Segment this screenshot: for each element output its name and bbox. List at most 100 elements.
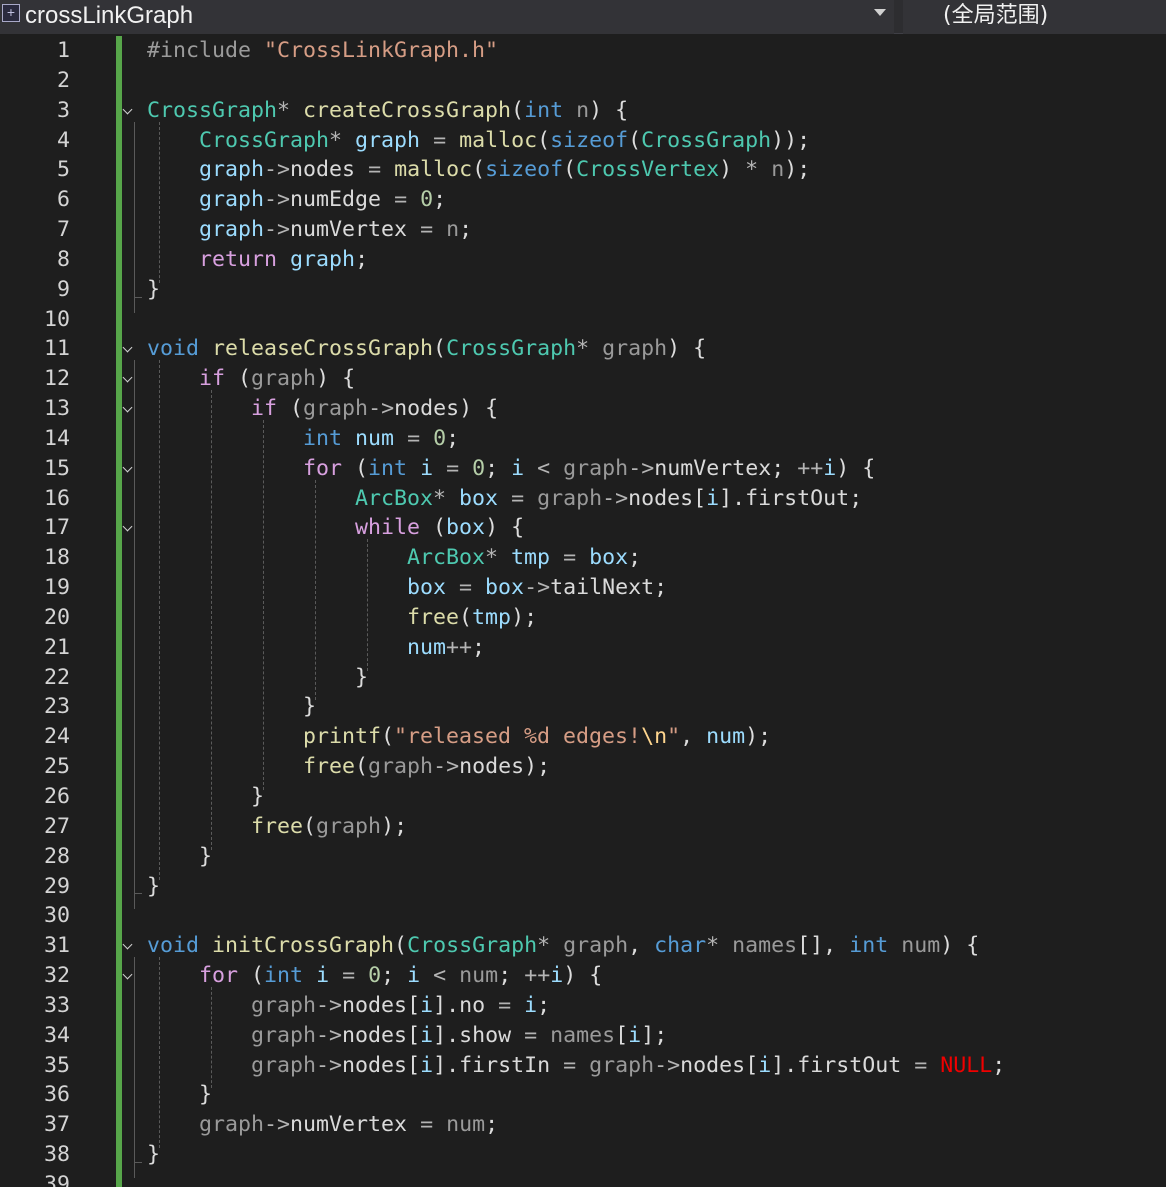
code-token: } bbox=[147, 873, 161, 899]
code-token: box bbox=[485, 575, 525, 601]
code-line[interactable]: 6 graph->numEdge = 0; bbox=[0, 185, 1166, 215]
code-line[interactable]: 9} bbox=[0, 275, 1166, 305]
line-code: int num = 0; bbox=[147, 424, 459, 454]
code-token: tailNext bbox=[550, 575, 655, 601]
code-token: = bbox=[381, 187, 421, 213]
fold-chevron-icon[interactable] bbox=[122, 342, 133, 353]
code-token: = bbox=[511, 1022, 551, 1048]
line-number: 29 bbox=[43, 873, 70, 899]
code-line[interactable]: 8 return graph; bbox=[0, 245, 1166, 275]
code-line[interactable]: 38} bbox=[0, 1140, 1166, 1170]
code-line[interactable]: 23 } bbox=[0, 692, 1166, 722]
code-line[interactable]: 20 free(tmp); bbox=[0, 603, 1166, 633]
code-line[interactable]: 4 CrossGraph* graph = malloc(sizeof(Cros… bbox=[0, 126, 1166, 156]
code-line[interactable]: 13 if (graph->nodes) { bbox=[0, 394, 1166, 424]
code-line[interactable]: 7 graph->numVertex = n; bbox=[0, 215, 1166, 245]
line-code: void initCrossGraph(CrossGraph* graph, c… bbox=[147, 931, 979, 961]
code-token: [], bbox=[797, 933, 850, 959]
code-line[interactable]: 28 } bbox=[0, 842, 1166, 872]
code-editor[interactable]: 1 #include "CrossLinkGraph.h" 2 3 CrossGraph… bbox=[0, 36, 1166, 1187]
code-token: graph bbox=[537, 485, 603, 511]
code-token: -> bbox=[264, 187, 291, 213]
line-number: 24 bbox=[43, 724, 70, 750]
code-line[interactable]: 5 graph->nodes = malloc(sizeof(CrossVert… bbox=[0, 155, 1166, 185]
code-line[interactable]: 14 int num = 0; bbox=[0, 424, 1166, 454]
code-token: int bbox=[303, 425, 343, 451]
fold-chevron-icon[interactable] bbox=[122, 521, 133, 532]
code-line[interactable]: 37 graph->numVertex = num; bbox=[0, 1110, 1166, 1140]
code-line[interactable]: 30 bbox=[0, 901, 1166, 931]
code-token: ; bbox=[537, 992, 551, 1018]
member-scope-dropdown[interactable]: (全局范围) bbox=[903, 0, 1166, 34]
code-line[interactable]: 1 #include "CrossLinkGraph.h" bbox=[0, 36, 1166, 66]
code-line[interactable]: 16 ArcBox* box = graph->nodes[i].firstOu… bbox=[0, 484, 1166, 514]
fold-chevron-icon[interactable] bbox=[122, 939, 133, 950]
code-line[interactable]: 34 graph->nodes[i].show = names[i]; bbox=[0, 1021, 1166, 1051]
code-token: \n bbox=[641, 724, 668, 750]
code-token: tmp bbox=[472, 604, 512, 630]
code-line[interactable]: 15 for (int i = 0; i < graph->numVertex;… bbox=[0, 454, 1166, 484]
fold-chevron-icon[interactable] bbox=[122, 969, 133, 980]
code-line[interactable]: 21 num++; bbox=[0, 633, 1166, 663]
code-line[interactable]: 19 box = box->tailNext; bbox=[0, 573, 1166, 603]
code-line[interactable]: 24 printf("released %d edges!\n", num); bbox=[0, 722, 1166, 752]
code-token: = bbox=[446, 575, 486, 601]
code-token: < bbox=[420, 963, 460, 989]
line-code: free(tmp); bbox=[147, 603, 537, 633]
line-number: 16 bbox=[43, 485, 70, 511]
code-token: ; bbox=[433, 187, 447, 213]
code-token: box bbox=[446, 515, 486, 541]
fold-chevron-icon[interactable] bbox=[122, 402, 133, 413]
code-token: graph bbox=[199, 1112, 265, 1138]
code-token: [ bbox=[407, 1022, 421, 1048]
code-line[interactable]: 11 void releaseCrossGraph(CrossGraph* gra… bbox=[0, 334, 1166, 364]
code-line[interactable]: 27 free(graph); bbox=[0, 812, 1166, 842]
code-line[interactable]: 3 CrossGraph* createCrossGraph(int n) { bbox=[0, 96, 1166, 126]
line-code: for (int i = 0; i < graph->numVertex; ++… bbox=[147, 454, 875, 484]
code-token: CrossGraph bbox=[641, 127, 772, 153]
code-token: n bbox=[771, 157, 785, 183]
code-token: nodes bbox=[290, 157, 356, 183]
line-number: 31 bbox=[43, 933, 70, 959]
code-token: return bbox=[199, 246, 278, 272]
code-token: nodes bbox=[459, 754, 525, 780]
code-line[interactable]: 22 } bbox=[0, 663, 1166, 693]
code-line[interactable]: 26 } bbox=[0, 782, 1166, 812]
code-line[interactable]: 31 void initCrossGraph(CrossGraph* graph,… bbox=[0, 931, 1166, 961]
file-scope-dropdown[interactable]: + crossLinkGraph bbox=[0, 0, 894, 34]
code-line[interactable]: 35 graph->nodes[i].firstIn = graph->node… bbox=[0, 1051, 1166, 1081]
code-line[interactable]: 39 bbox=[0, 1170, 1166, 1187]
code-line[interactable]: 33 graph->nodes[i].no = i; bbox=[0, 991, 1166, 1021]
code-line[interactable]: 12 if (graph) { bbox=[0, 364, 1166, 394]
code-line[interactable]: 2 bbox=[0, 66, 1166, 96]
code-line[interactable]: 32 for (int i = 0; i < num; ++i) { bbox=[0, 961, 1166, 991]
code-line[interactable]: 10 bbox=[0, 305, 1166, 335]
code-token: < bbox=[524, 455, 564, 481]
code-token: while bbox=[355, 515, 421, 541]
code-token: ; bbox=[498, 963, 525, 989]
code-token: ( bbox=[472, 157, 486, 183]
code-token: CrossGraph bbox=[446, 336, 577, 362]
code-token: } bbox=[147, 276, 161, 302]
fold-chevron-icon[interactable] bbox=[122, 104, 133, 115]
fold-chevron-icon[interactable] bbox=[122, 462, 133, 473]
code-line[interactable]: 36 } bbox=[0, 1080, 1166, 1110]
chevron-down-icon[interactable] bbox=[874, 9, 886, 16]
code-line[interactable]: 29} bbox=[0, 872, 1166, 902]
fold-chevron-icon[interactable] bbox=[122, 372, 133, 383]
code-token: = bbox=[394, 425, 434, 451]
code-token: ; bbox=[459, 217, 473, 243]
code-token: ) { bbox=[589, 97, 629, 123]
code-token: [ bbox=[745, 1052, 759, 1078]
code-line[interactable]: 18 ArcBox* tmp = box; bbox=[0, 543, 1166, 573]
code-token: nodes bbox=[628, 485, 694, 511]
code-line[interactable]: 25 free(graph->nodes); bbox=[0, 752, 1166, 782]
code-token: -> bbox=[628, 455, 655, 481]
code-token: sizeof bbox=[485, 157, 564, 183]
code-line[interactable]: 17 while (box) { bbox=[0, 513, 1166, 543]
